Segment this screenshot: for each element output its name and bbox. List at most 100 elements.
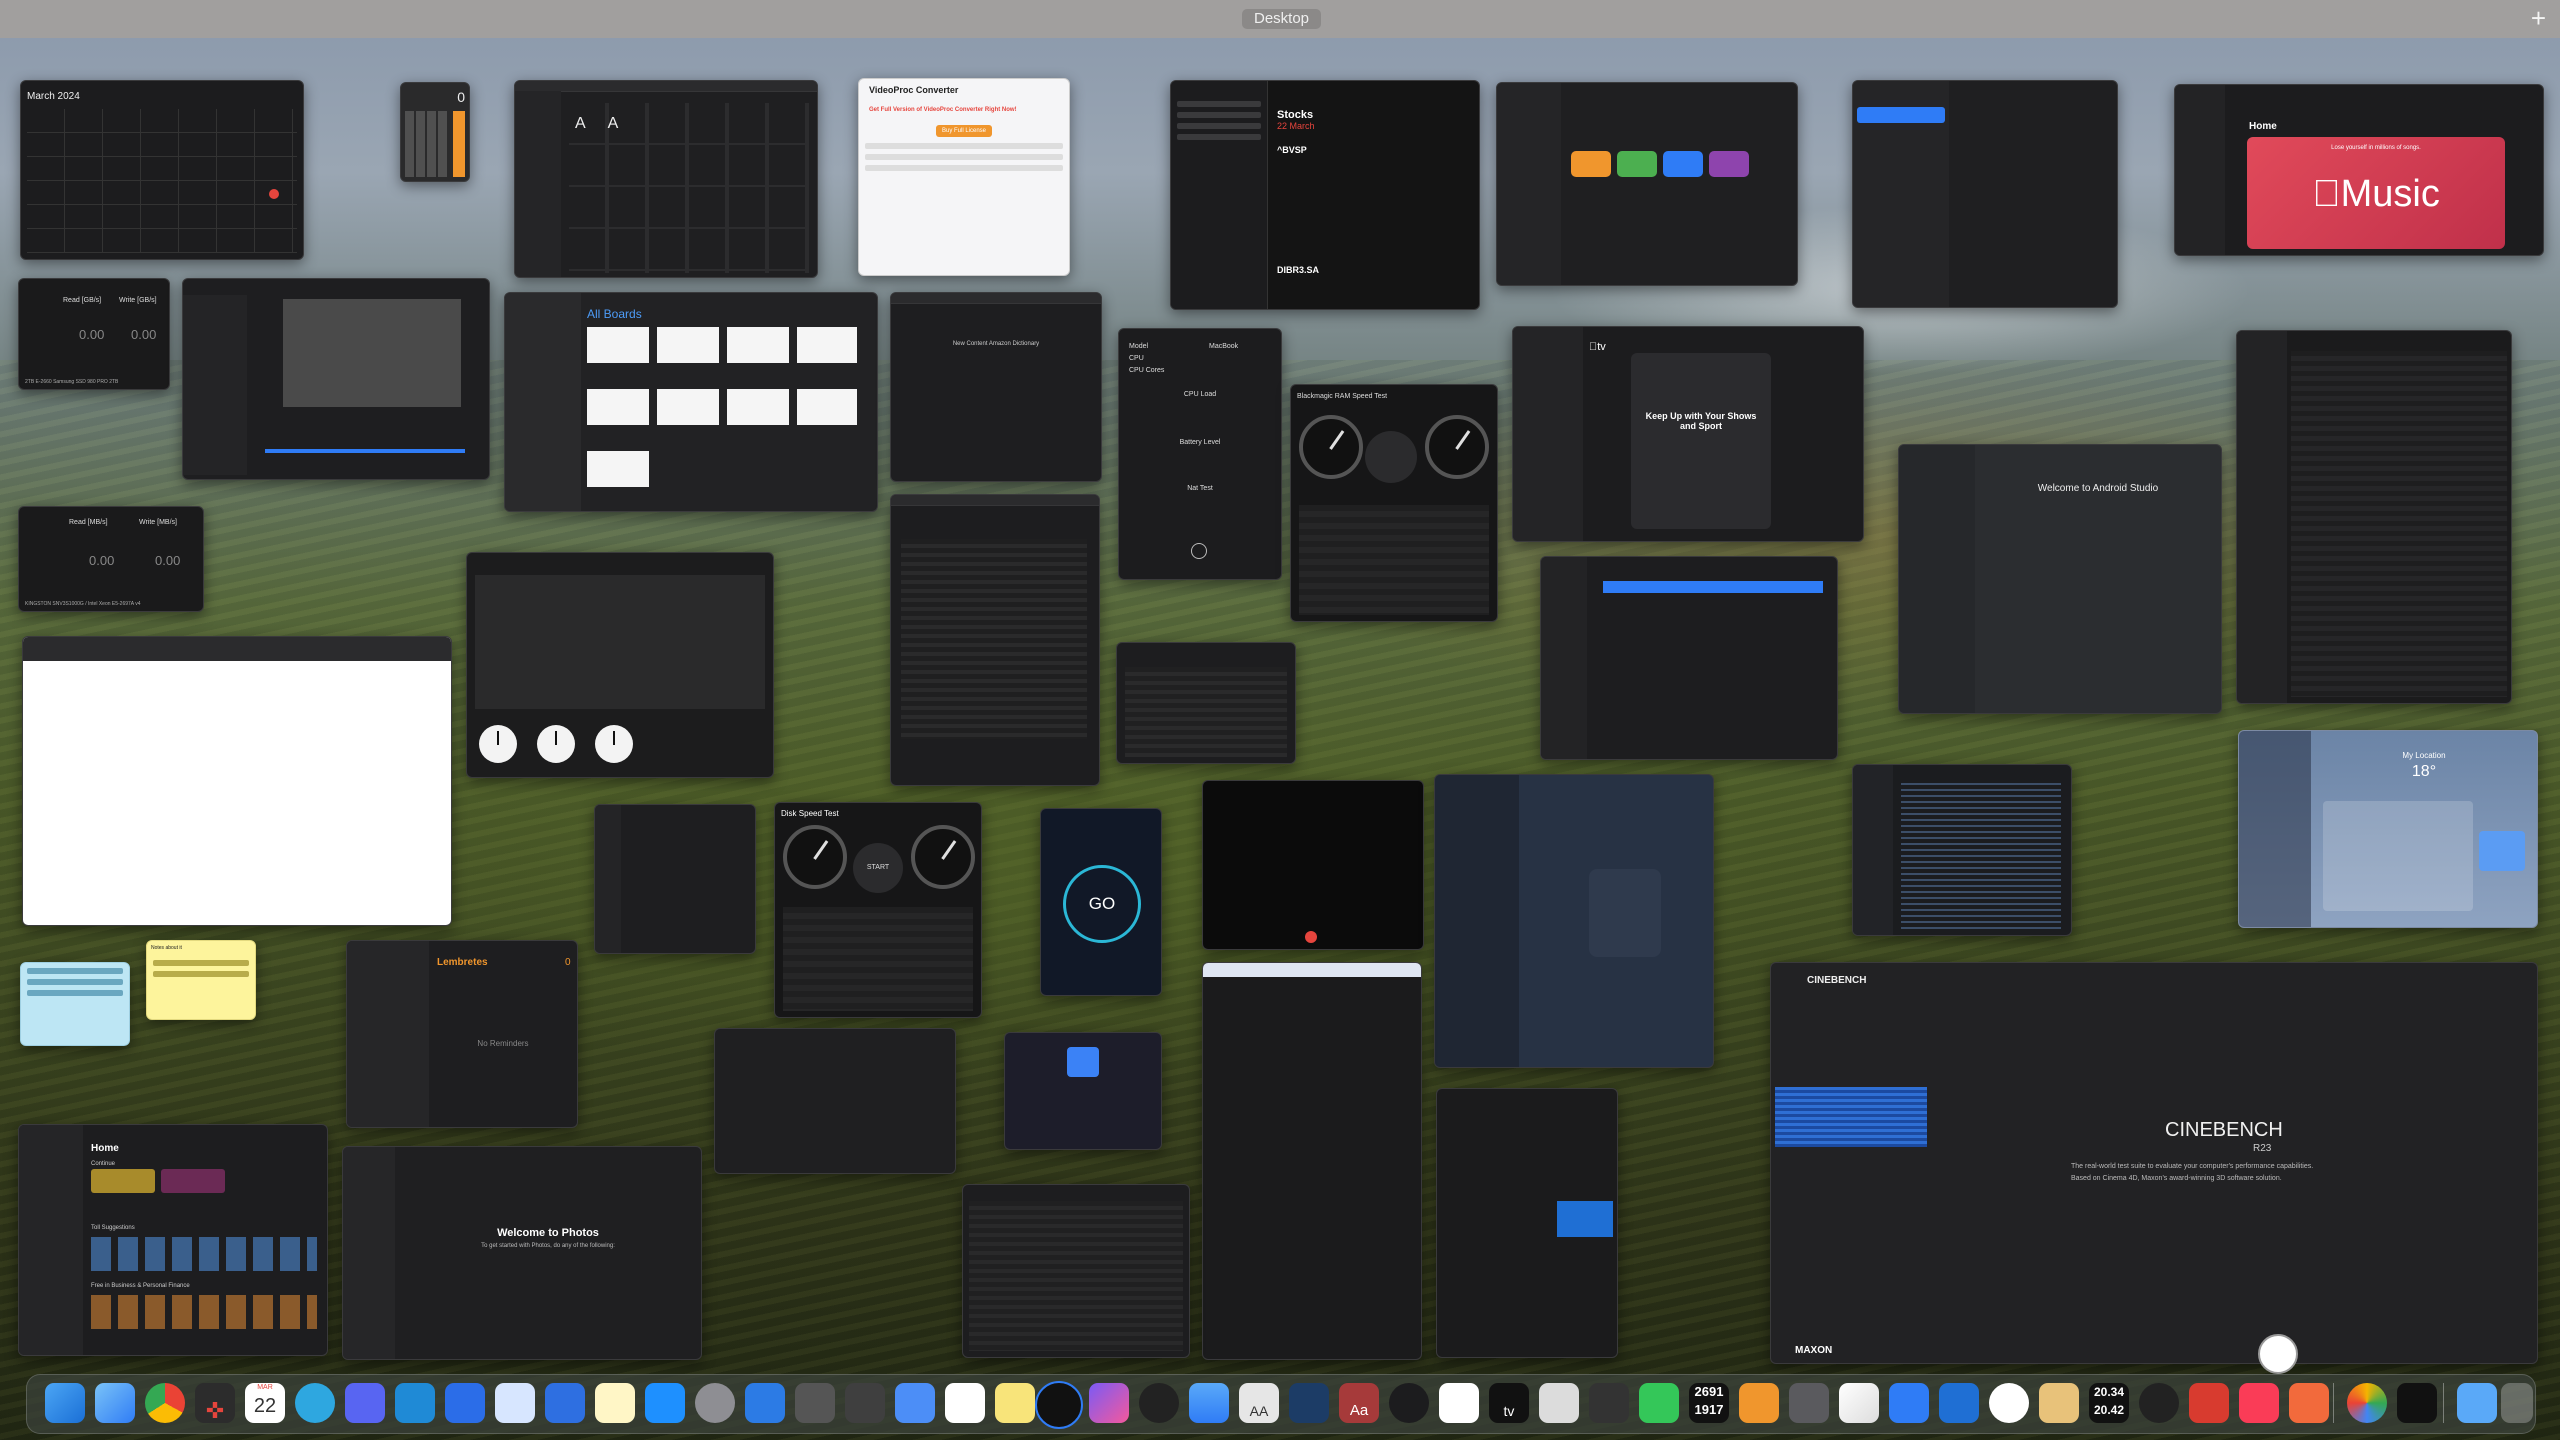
books-sidebar[interactable] bbox=[19, 1125, 83, 1355]
reminders-app-icon[interactable] bbox=[945, 1383, 985, 1423]
stickies-icon[interactable] bbox=[995, 1383, 1035, 1423]
remote-preview[interactable] bbox=[1557, 1201, 1613, 1237]
preview-app-icon[interactable] bbox=[1539, 1383, 1579, 1423]
disk-speed-test-window[interactable]: Disk Speed Test START bbox=[774, 802, 982, 1018]
remote-desktop-window[interactable] bbox=[1436, 1088, 1618, 1358]
disk-speed-small-1[interactable]: Read [GB/s] Write [GB/s] 0.00 0.00 2TB E… bbox=[18, 278, 170, 390]
calendar-app-icon[interactable]: MAR 22 bbox=[245, 1383, 285, 1423]
calculator-app-icon[interactable] bbox=[1789, 1383, 1829, 1423]
shortcut-tile[interactable] bbox=[1571, 151, 1611, 177]
cinebench-results-list[interactable] bbox=[1775, 1087, 1927, 1147]
preview-icon[interactable] bbox=[1289, 1383, 1329, 1423]
settings-window[interactable] bbox=[594, 804, 756, 954]
photos-window[interactable]: Welcome to Photos To get started with Ph… bbox=[342, 1146, 702, 1360]
disk-speed-small-2[interactable]: Read [MB/s] Write [MB/s] 0.00 0.00 KINGS… bbox=[18, 506, 204, 612]
disk-stat-icon-1[interactable]: 2691 1917 bbox=[1689, 1383, 1729, 1423]
stocks-row[interactable] bbox=[1177, 112, 1261, 118]
settings-sidebar[interactable] bbox=[595, 805, 621, 953]
xcode-icon[interactable] bbox=[545, 1383, 585, 1423]
windows-app-icon[interactable] bbox=[895, 1383, 935, 1423]
fontbook-icon[interactable]: AA bbox=[1239, 1383, 1279, 1423]
cinema4d-icon[interactable] bbox=[1035, 1381, 1083, 1429]
folder-share-icon[interactable] bbox=[1939, 1383, 1979, 1423]
vm-sidebar[interactable] bbox=[183, 295, 247, 475]
stocks-row[interactable] bbox=[1177, 134, 1261, 140]
world-clock-window[interactable] bbox=[466, 552, 774, 778]
world-map[interactable] bbox=[475, 575, 765, 709]
calculator-window[interactable]: 0 bbox=[400, 82, 470, 182]
reminders-window[interactable]: Lembretes 0 No Reminders bbox=[346, 940, 578, 1128]
finder-icon[interactable] bbox=[45, 1383, 85, 1423]
messages-icon[interactable] bbox=[1639, 1383, 1679, 1423]
android-studio-window[interactable]: Welcome to Android Studio bbox=[1898, 444, 2222, 714]
docker-icon[interactable] bbox=[395, 1383, 435, 1423]
vm-window[interactable] bbox=[182, 278, 490, 480]
stocks-row[interactable] bbox=[1177, 123, 1261, 129]
books-row[interactable] bbox=[91, 1295, 317, 1329]
shortcuts-icon[interactable] bbox=[1089, 1383, 1129, 1423]
shortcut-tile[interactable] bbox=[1709, 151, 1749, 177]
network-icon[interactable] bbox=[2139, 1383, 2179, 1423]
photos-app-icon[interactable] bbox=[2347, 1383, 2387, 1423]
appletv-window[interactable]: tv Keep Up with Your Shows and Sport bbox=[1512, 326, 1864, 542]
utility-icon[interactable] bbox=[845, 1383, 885, 1423]
shortcuts-window[interactable] bbox=[1496, 82, 1798, 286]
ram-speed-window[interactable]: Blackmagic RAM Speed Test bbox=[1290, 384, 1498, 622]
music-window[interactable]: Home Lose yourself in millions of songs.… bbox=[2174, 84, 2544, 256]
system-info-window[interactable]: Model MacBook CPU CPU Cores CPU Load Bat… bbox=[1118, 328, 1282, 580]
weather-sidebar[interactable] bbox=[2239, 731, 2311, 927]
document-toolbar[interactable] bbox=[1203, 963, 1421, 977]
acrobat-icon[interactable]: ✜ bbox=[195, 1383, 235, 1423]
stocks-app-icon[interactable] bbox=[1439, 1383, 1479, 1423]
pages-icon[interactable] bbox=[1839, 1383, 1879, 1423]
books-window[interactable]: Home Continue Toll Suggestions Free in B… bbox=[18, 1124, 328, 1356]
xcode-app-icon[interactable] bbox=[1889, 1383, 1929, 1423]
freeform-board-grid[interactable] bbox=[587, 327, 857, 507]
tv-app-icon[interactable]: tv bbox=[1489, 1383, 1529, 1423]
weather-map-tile[interactable] bbox=[2479, 831, 2525, 871]
appletv-dialog[interactable]: Keep Up with Your Shows and Sport bbox=[1631, 353, 1771, 529]
call-dialog[interactable] bbox=[1589, 869, 1661, 957]
screenshot-icon[interactable] bbox=[795, 1383, 835, 1423]
app-store-pencil-icon[interactable] bbox=[495, 1383, 535, 1423]
installer-window[interactable] bbox=[1004, 1032, 1162, 1150]
app-window-list[interactable] bbox=[1852, 80, 2118, 308]
calculator-operator-keys[interactable] bbox=[453, 111, 465, 177]
messages-window[interactable] bbox=[1434, 774, 1714, 1068]
book-card[interactable] bbox=[91, 1169, 155, 1193]
telegram-icon[interactable] bbox=[295, 1383, 335, 1423]
remote-desktop-icon[interactable] bbox=[445, 1383, 485, 1423]
book-card[interactable] bbox=[161, 1169, 225, 1193]
calendar-window[interactable]: March 2024 bbox=[20, 80, 304, 260]
weather-app-icon[interactable] bbox=[1189, 1383, 1229, 1423]
list-sidebar[interactable] bbox=[1853, 81, 1949, 307]
browser-toolbar[interactable] bbox=[23, 637, 451, 661]
code-editor-window[interactable] bbox=[1852, 764, 2072, 936]
sticky-note-yellow[interactable]: Notes about it bbox=[146, 940, 256, 1020]
ram-start-button[interactable] bbox=[1365, 431, 1417, 483]
add-space-icon[interactable]: + bbox=[2531, 4, 2546, 32]
shortcut-tile[interactable] bbox=[1617, 151, 1657, 177]
file-sidebar[interactable] bbox=[2237, 331, 2287, 703]
document-window[interactable] bbox=[1202, 962, 1422, 1360]
freeform-window[interactable]: All Boards bbox=[504, 292, 878, 512]
disk-start-button[interactable]: START bbox=[853, 843, 903, 893]
safari-icon[interactable] bbox=[95, 1383, 135, 1423]
shortcut-tile[interactable] bbox=[1663, 151, 1703, 177]
server-window[interactable] bbox=[1540, 556, 1838, 760]
chrome-icon[interactable] bbox=[145, 1383, 185, 1423]
stocks-window[interactable]: Stocks 22 March ^BVSP DIBR3.SA bbox=[1170, 80, 1480, 310]
archive-icon[interactable] bbox=[2039, 1383, 2079, 1423]
file-list[interactable] bbox=[2291, 351, 2507, 697]
virtualbox-icon[interactable] bbox=[745, 1383, 785, 1423]
appletv-sidebar[interactable] bbox=[1513, 327, 1583, 541]
photos-sidebar[interactable] bbox=[343, 1147, 395, 1359]
notes-icon[interactable] bbox=[595, 1383, 635, 1423]
video-player-window[interactable] bbox=[1202, 780, 1424, 950]
record-button[interactable] bbox=[1305, 931, 1317, 943]
browser-window[interactable] bbox=[22, 636, 452, 926]
books-row[interactable] bbox=[91, 1237, 317, 1271]
play-icon[interactable] bbox=[1191, 543, 1207, 559]
speedometer-icon[interactable] bbox=[1389, 1383, 1429, 1423]
videoproc-buy-button[interactable]: Buy Full License bbox=[936, 125, 992, 137]
